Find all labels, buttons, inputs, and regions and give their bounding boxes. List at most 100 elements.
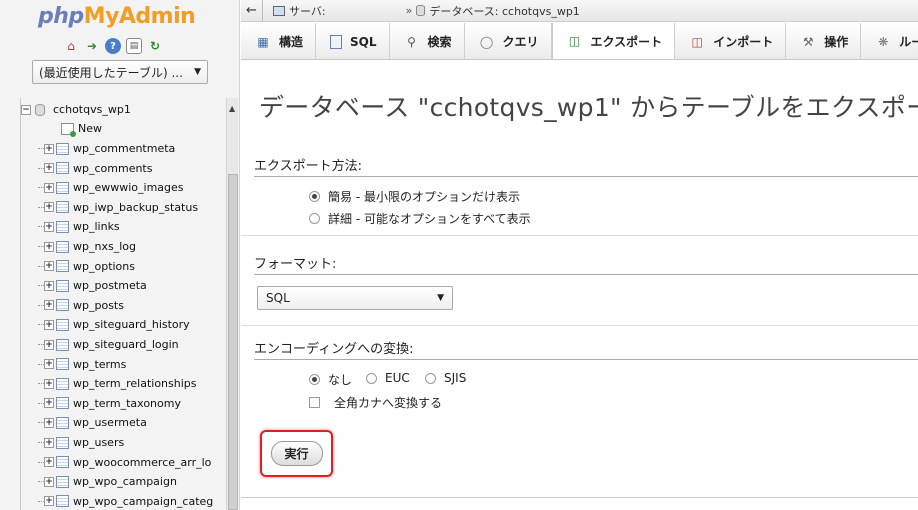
expand-icon[interactable]: + [44,457,54,468]
encoding-sjis[interactable]: SJIS [425,371,466,385]
tree-table-item[interactable]: + wp_options [38,257,227,276]
encoding-heading: エンコーディングへの変換: [254,338,918,360]
recent-tables-select[interactable]: (最近使用したテーブル) ... ▼ [32,60,208,84]
tree-table-item[interactable]: + wp_comments [38,159,227,178]
tree-new-table[interactable]: New [59,119,227,138]
divider [241,325,918,326]
encoding-euc[interactable]: EUC [366,371,410,385]
tree-table-item[interactable]: + wp_wpo_campaign [38,472,227,491]
expand-icon[interactable]: + [44,378,54,389]
database-icon [416,5,426,16]
tab-export[interactable]: ◫ エクスポート [551,23,676,59]
expand-icon[interactable]: + [44,319,54,330]
tree-table-item[interactable]: + wp_users [38,433,227,452]
table-name: wp_iwp_backup_status [73,200,199,214]
expand-icon[interactable]: + [44,359,54,370]
tab-routines[interactable]: ❋ルーチ [861,23,918,59]
tree-table-item[interactable]: + wp_wpo_campaign_categ [38,492,227,510]
docs-icon[interactable]: ▤ [126,38,142,54]
page-title: データベース "cchotqvs_wp1" からテーブルをエクスポート [259,93,918,122]
expand-icon[interactable]: + [44,476,54,487]
table-icon [56,220,69,233]
format-section: フォーマット: [254,253,918,275]
tree-table-item[interactable]: + wp_woocommerce_arr_lo [38,453,227,472]
radio-custom[interactable] [309,213,320,224]
query-icon: ◯ [479,34,494,49]
tab-query[interactable]: ◯ クエリ [465,23,552,59]
tree-table-item[interactable]: + wp_iwp_backup_status [38,198,227,217]
expand-icon[interactable]: + [44,496,54,507]
tree-table-item[interactable]: + wp_term_relationships [38,374,227,393]
expand-icon[interactable]: + [44,182,54,193]
expand-icon[interactable]: + [44,417,54,428]
tree-table-item[interactable]: + wp_posts [38,296,227,315]
operations-icon: ⚒ [802,34,814,49]
help-icon[interactable]: ? [105,38,121,54]
breadcrumb-server[interactable]: サーバ: [273,3,402,19]
tab-operations[interactable]: ⚒ 操作 [786,23,862,59]
tree-table-item[interactable]: + wp_commentmeta [38,139,227,158]
scrollbar-thumb[interactable] [228,174,238,510]
expand-icon[interactable]: + [44,202,54,213]
back-arrow-icon[interactable]: ← [241,0,263,22]
tab-search[interactable]: ⚲ 検索 [390,23,465,59]
expand-icon[interactable]: + [44,241,54,252]
go-button-highlight: 実行 [260,430,333,477]
radio-encoding-euc[interactable] [366,372,377,384]
format-select[interactable]: SQL ▼ [257,286,453,310]
expand-icon[interactable]: + [44,143,54,154]
tab-import[interactable]: ◫ インポート [675,23,787,59]
server-icon [273,5,285,16]
tree-table-item[interactable]: + wp_siteguard_login [38,335,227,354]
tab-sql[interactable]: SQL [316,23,390,59]
tree-table-item[interactable]: + wp_siteguard_history [38,315,227,334]
navigation-panel: phpMyAdmin ⌂ ➜ ? ▤ ↻ (最近使用したテーブル) ... ▼ … [0,0,240,510]
go-button[interactable]: 実行 [270,441,323,466]
table-name: wp_term_relationships [73,377,197,391]
expand-icon[interactable]: + [44,339,54,350]
export-method-custom[interactable]: 詳細 - 可能なオプションをすべて表示 [309,210,531,227]
expand-icon[interactable]: + [44,221,54,232]
table-icon [56,181,69,194]
kana-convert-option[interactable]: 全角カナへ変換する [309,394,442,411]
chevron-down-icon: ▼ [437,293,444,303]
expand-icon[interactable]: + [44,261,54,272]
database-tabs: ▦構造 SQL ⚲検索 ◯クエリ ◫エクスポート ◫インポート ⚒操作 ❋ルーチ [241,23,918,60]
kana-convert-checkbox[interactable] [309,397,320,408]
table-name: wp_posts [73,298,124,312]
expand-icon[interactable]: + [44,280,54,291]
tree-table-item[interactable]: + wp_links [38,217,227,236]
breadcrumb-database[interactable]: データベース: cchotqvs_wp1 [416,3,580,19]
tree-table-item[interactable]: + wp_usermeta [38,413,227,432]
reload-icon[interactable]: ↻ [147,38,163,54]
recent-tables-value: (最近使用したテーブル) ... [39,65,183,80]
expand-icon[interactable]: + [44,437,54,448]
table-icon [56,358,69,371]
expand-icon[interactable]: + [44,398,54,409]
export-method-quick[interactable]: 簡易 - 最小限のオプションだけ表示 [309,188,520,205]
tree-database[interactable]: − cchotqvs_wp1 [21,100,227,119]
phpmyadmin-logo[interactable]: phpMyAdmin [38,4,196,29]
table-icon [56,279,69,292]
tree-table-item[interactable]: + wp_nxs_log [38,237,227,256]
chevron-down-icon: ▼ [194,67,201,77]
import-icon: ◫ [691,34,703,49]
logout-icon[interactable]: ➜ [84,38,100,54]
collapse-icon[interactable]: − [21,104,31,115]
encoding-none[interactable]: なし [309,371,352,388]
tab-structure[interactable]: ▦ 構造 [241,23,317,59]
scroll-up-icon[interactable]: ▲ [229,104,235,113]
new-table-icon [61,122,76,137]
expand-icon[interactable]: + [44,163,54,174]
expand-icon[interactable]: + [44,300,54,311]
tree-scrollbar[interactable]: ▲ [226,98,238,510]
radio-quick[interactable] [309,191,320,202]
tree-table-item[interactable]: + wp_terms [38,355,227,374]
tree-table-item[interactable]: + wp_ewwwio_images [38,178,227,197]
home-icon[interactable]: ⌂ [63,38,79,54]
radio-encoding-sjis[interactable] [425,372,436,384]
table-icon [56,416,69,429]
tree-table-item[interactable]: + wp_postmeta [38,276,227,295]
tree-table-item[interactable]: + wp_term_taxonomy [38,394,227,413]
radio-encoding-none[interactable] [309,374,320,385]
